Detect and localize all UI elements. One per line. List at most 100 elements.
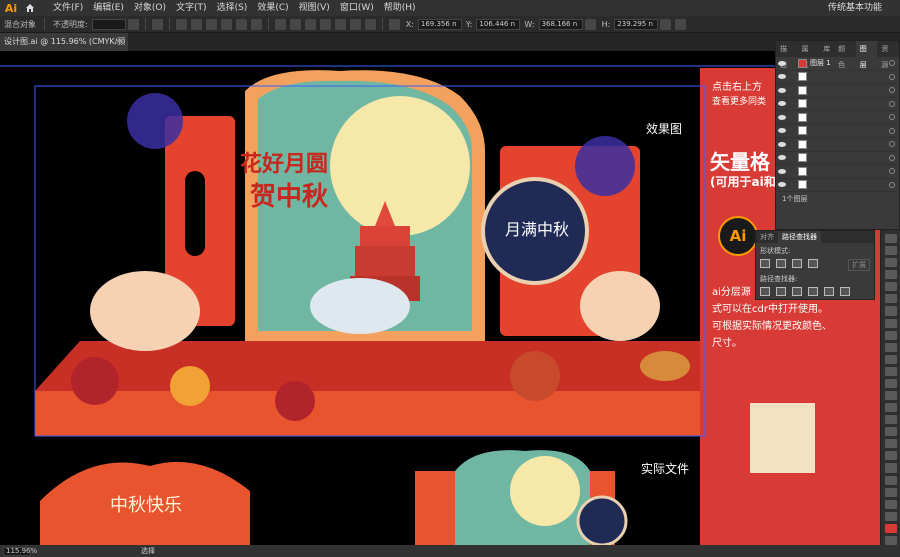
eye-icon[interactable] [776,178,788,191]
minus-front-button[interactable] [776,259,786,268]
layer-target-icon[interactable] [889,60,895,67]
hand-tool-icon[interactable] [884,499,897,509]
layer-row[interactable] [776,124,899,138]
minus-back-button[interactable] [840,287,850,296]
eye-icon[interactable] [776,165,788,178]
direct-selection-tool-icon[interactable] [884,246,897,256]
tab-assets[interactable]: 资源 [877,41,899,69]
zoom-field[interactable]: 115.96% [3,546,37,556]
layer-target-icon[interactable] [889,114,895,121]
artboard-tool-icon[interactable] [884,475,897,485]
tab-layers[interactable]: 图层 [855,41,878,69]
menu-help[interactable]: 帮助(H) [379,0,421,16]
layer-row[interactable] [776,84,899,98]
menu-window[interactable]: 窗口(W) [335,0,379,16]
gradient-tool-icon[interactable] [884,415,897,425]
scale-tool-icon[interactable] [884,354,897,364]
divide-button[interactable] [760,287,770,296]
type-tool-icon[interactable] [884,270,897,280]
eye-icon[interactable] [776,138,788,151]
eye-icon[interactable] [776,151,788,164]
home-icon[interactable] [22,0,38,16]
opacity-field[interactable] [91,18,126,30]
crop-button[interactable] [808,287,818,296]
layer-target-icon[interactable] [889,87,895,94]
eye-icon[interactable] [776,111,788,124]
layer-target-icon[interactable] [889,168,895,175]
free-transform-tool-icon[interactable] [884,378,897,389]
eye-icon[interactable] [776,57,788,70]
align-bottom-icon[interactable] [250,18,262,30]
align-middle-icon[interactable] [235,18,247,30]
distribute-top-icon[interactable] [274,18,286,30]
symbol-sprayer-tool-icon[interactable] [884,451,897,461]
layer-target-icon[interactable] [889,141,895,148]
distribute-left-icon[interactable] [319,18,331,30]
recolor-icon[interactable] [151,18,163,30]
menu-file[interactable]: 文件(F) [48,0,88,16]
graph-tool-icon[interactable] [884,463,897,473]
layer-row[interactable] [776,165,899,179]
layer-target-icon[interactable] [889,127,895,134]
layer-target-icon[interactable] [889,154,895,161]
width-tool-icon[interactable] [884,366,897,376]
eye-icon[interactable] [776,97,788,110]
fill-color-icon[interactable] [884,523,897,533]
align-left-icon[interactable] [175,18,187,30]
w-field[interactable]: 368.166 n [538,18,583,30]
chevron-right-icon[interactable] [127,18,139,30]
line-tool-icon[interactable] [884,282,897,292]
menu-type[interactable]: 文字(T) [171,0,212,16]
paintbrush-tool-icon[interactable] [884,306,897,316]
rectangle-tool-icon[interactable] [884,294,897,304]
reference-point-icon[interactable] [388,18,400,30]
layer-target-icon[interactable] [889,100,895,107]
blend-tool-icon[interactable] [884,439,897,449]
layer-row[interactable] [776,138,899,152]
menu-object[interactable]: 对象(O) [129,0,171,16]
exclude-button[interactable] [808,259,818,268]
distribute-middle-icon[interactable] [289,18,301,30]
tab-stroke[interactable]: 描边 [776,41,798,69]
expand-button[interactable]: 扩展 [848,259,870,271]
more-options-icon[interactable] [675,18,687,30]
layer-target-icon[interactable] [889,181,895,188]
outline-button[interactable] [824,287,834,296]
eraser-tool-icon[interactable] [884,330,897,340]
layer-row[interactable] [776,178,899,192]
link-icon[interactable] [584,18,596,30]
unite-button[interactable] [760,259,770,268]
workspace-switcher[interactable]: 传统基本功能 [828,0,882,16]
rotate-tool-icon[interactable] [884,342,897,352]
eye-icon[interactable] [776,124,788,137]
transform-icon[interactable] [660,18,672,30]
tab-libraries[interactable]: 库 [819,41,834,57]
h-field[interactable]: 239.295 n [614,18,659,30]
zoom-tool-icon[interactable] [884,511,897,521]
layer-row[interactable] [776,97,899,111]
layer-row[interactable] [776,111,899,125]
tab-properties[interactable]: 属性 [798,41,820,69]
document-tab[interactable]: 设计图.ai @ 115.96% (CMYK/预览) × [0,33,128,64]
close-icon[interactable]: × [115,33,122,51]
eye-icon[interactable] [776,84,788,97]
intersect-button[interactable] [792,259,802,268]
eyedropper-tool-icon[interactable] [884,427,897,437]
mesh-tool-icon[interactable] [884,403,897,413]
pencil-tool-icon[interactable] [884,318,897,328]
eye-icon[interactable] [776,70,788,83]
align-top-icon[interactable] [220,18,232,30]
y-field[interactable]: 106.446 n [476,18,521,30]
menu-effect[interactable]: 效果(C) [252,0,293,16]
selection-tool-icon[interactable] [884,234,897,244]
slice-tool-icon[interactable] [884,487,897,497]
trim-button[interactable] [776,287,786,296]
align-to-icon[interactable] [364,18,376,30]
x-field[interactable]: 169.356 n [417,18,462,30]
align-center-icon[interactable] [190,18,202,30]
shape-builder-tool-icon[interactable] [884,391,897,401]
distribute-right-icon[interactable] [349,18,361,30]
distribute-center-icon[interactable] [334,18,346,30]
distribute-bottom-icon[interactable] [304,18,316,30]
menu-view[interactable]: 视图(V) [294,0,335,16]
